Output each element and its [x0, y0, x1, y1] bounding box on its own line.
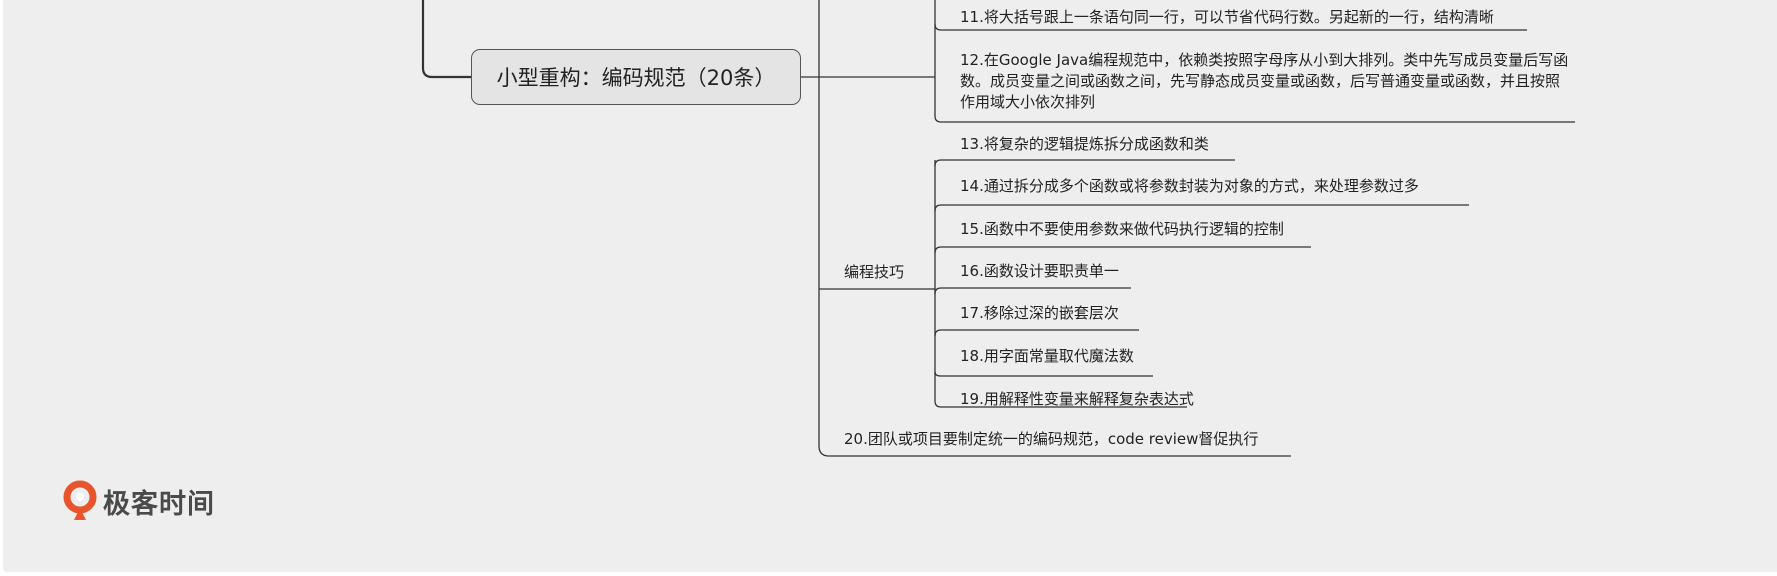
node-item-15[interactable]: 15.函数中不要使用参数来做代码执行逻辑的控制: [960, 219, 1284, 239]
node-item-14[interactable]: 14.通过拆分成多个函数或将参数封装为对象的方式，来处理参数过多: [960, 176, 1419, 196]
node-item-16[interactable]: 16.函数设计要职责单一: [960, 261, 1119, 281]
node-item-11[interactable]: 11.将大括号跟上一条语句同一行，可以节省代码行数。另起新的一行，结构清晰: [960, 7, 1494, 27]
node-item-18[interactable]: 18.用字面常量取代魔法数: [960, 346, 1134, 366]
node-item-20[interactable]: 20.团队或项目要制定统一的编码规范，code review督促执行: [844, 429, 1258, 449]
node-group-skills[interactable]: 编程技巧: [844, 262, 904, 282]
node-item-13[interactable]: 13.将复杂的逻辑提炼拆分成函数和类: [960, 134, 1209, 154]
root-node[interactable]: 小型重构：编码规范（20条）: [471, 49, 801, 105]
geektime-logo-icon: [63, 480, 97, 520]
brand-logo-text: 极客时间: [103, 488, 215, 520]
node-item-17[interactable]: 17.移除过深的嵌套层次: [960, 303, 1119, 323]
mindmap-canvas: 小型重构：编码规范（20条） 11.将大括号跟上一条语句同一行，可以节省代码行数…: [3, 0, 1777, 572]
root-node-label: 小型重构：编码规范（20条）: [496, 66, 776, 90]
node-item-19[interactable]: 19.用解释性变量来解释复杂表达式: [960, 389, 1194, 409]
node-item-12[interactable]: 12.在Google Java编程规范中，依赖类按照字母序从小到大排列。类中先写…: [960, 50, 1570, 113]
brand-logo: 极客时间: [63, 480, 215, 522]
